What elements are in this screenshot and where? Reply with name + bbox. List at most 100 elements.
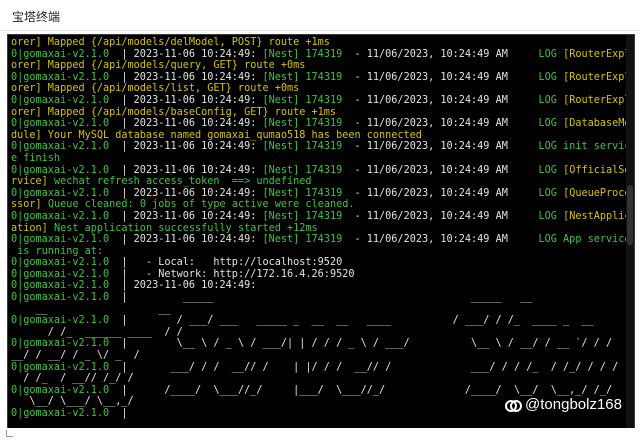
terminal-segment: LOG (538, 187, 564, 199)
terminal-line: 0|gomaxai-v2.1.0 | 2023-11-06 10:24:49: … (11, 188, 634, 200)
scrollbar-thumb[interactable] (627, 185, 633, 245)
terminal-line: / /_ / __// /_/ / (11, 373, 634, 385)
terminal-output[interactable]: orer] Mapped {/api/models/delModel, POST… (7, 34, 635, 430)
terminal-segment: | 2023-11-06 10:24:49: (121, 164, 263, 176)
terminal-line: 0|gomaxai-v2.1.0 | 2023-11-06 10:24:49: (11, 280, 634, 292)
terminal-segment: | 2023-11-06 10:24:49: (121, 210, 263, 222)
terminal-segment: orer] Mapped {/api/models/baseConfig, GE… (11, 106, 337, 118)
resize-handle-icon[interactable] (6, 430, 13, 437)
terminal-segment: - 11/06/2023, 10:24:49 AM (354, 234, 539, 246)
terminal-segment: [QueueProce (563, 187, 631, 199)
terminal-segment: - 11/06/2023, 10:24:49 AM (354, 94, 539, 106)
terminal-scrollbar[interactable] (626, 35, 634, 429)
terminal-segment: [Nest] 174319 (262, 210, 355, 222)
terminal-line: rvice] wechat refresh access_token ==> u… (11, 176, 634, 188)
terminal-segment: [Nest] 174319 (262, 164, 355, 176)
terminal-line: 0|gomaxai-v2.1.0 | 2023-11-06 10:24:49: … (11, 95, 634, 107)
status-bar (0, 428, 640, 441)
terminal-segment: 0|gomaxai-v2.1.0 (11, 268, 122, 280)
terminal-segment: [NestApplic (563, 210, 631, 222)
terminal-segment: | 2023-11-06 10:24:49: (121, 280, 257, 292)
terminal-line: 0|gomaxai-v2.1.0 | _____ _____ __ (11, 292, 634, 304)
terminal-line: 0|gomaxai-v2.1.0 | 2023-11-06 10:24:49: … (11, 141, 634, 153)
terminal-segment: [Nest] 174319 (262, 141, 355, 153)
terminal-segment: | ___/ / / __// / | |/ / / __// / ___/ /… (121, 361, 619, 373)
terminal-line: ssor] Queue cleaned: 0 jobs of type acti… (11, 199, 634, 211)
terminal-segment: | - Network: http://172.16.4.26:9520 (121, 268, 355, 280)
terminal-line: ation] Nest application successfully sta… (11, 223, 634, 235)
terminal-segment: 0|gomaxai-v2.1.0 (11, 164, 122, 176)
terminal-segment: | / ___/ ___ _____ _ __ __ ____ / ___/ /… (121, 315, 594, 327)
terminal-line: orer] Mapped {/api/models/query, GET} ro… (11, 60, 634, 72)
terminal-line: __ __ (11, 304, 634, 316)
window-title: 宝塔终端 (12, 10, 61, 24)
terminal-line: 0|gomaxai-v2.1.0 | ___/ / / __// / | |/ … (11, 362, 634, 374)
terminal-segment: \__/ \___/ \__,_/ (11, 396, 134, 408)
terminal-segment: LOG (538, 71, 564, 83)
terminal-line: / /_ ______ ____ / / (11, 327, 634, 339)
weibo-logo-icon (505, 399, 523, 412)
terminal-line: is running at: (11, 246, 634, 258)
terminal-segment: [RouterExpl (563, 48, 631, 60)
terminal-segment: [RouterExpl (563, 94, 631, 106)
terminal-line: 0|gomaxai-v2.1.0 | / ___/ ___ _____ _ __… (11, 315, 634, 327)
terminal-window: 宝塔终端 orer] Mapped {/api/models/delModel,… (0, 0, 640, 441)
terminal-line: __/ / __/ / _ \/ _ / (11, 350, 634, 362)
terminal-line: 0|gomaxai-v2.1.0 | 2023-11-06 10:24:49: … (11, 49, 634, 61)
terminal-segment: | 2023-11-06 10:24:49: (121, 48, 263, 60)
terminal-segment: 0|gomaxai-v2.1.0 (11, 141, 122, 153)
terminal-line: orer] Mapped {/api/models/delModel, POST… (11, 37, 634, 49)
terminal-segment: / /_ / __// /_/ / (11, 373, 134, 385)
terminal-segment: 0|gomaxai-v2.1.0 (11, 384, 122, 396)
terminal-segment: - 11/06/2023, 10:24:49 AM (354, 210, 539, 222)
terminal-segment: | 2023-11-06 10:24:49: (121, 187, 263, 199)
terminal-segment: - 11/06/2023, 10:24:49 AM (354, 118, 539, 130)
terminal-segment: [Nest] 174319 (262, 187, 355, 199)
terminal-line: orer] Mapped {/api/models/list, GET} rou… (11, 83, 634, 95)
terminal-segment: / /_ ______ ____ / / (11, 326, 183, 338)
terminal-segment: __/ / __/ / _ \/ _ / (11, 350, 140, 362)
terminal-segment: 0|gomaxai-v2.1.0 (11, 408, 122, 419)
terminal-segment: Queue cleaned: 0 jobs of type active wer… (47, 199, 355, 211)
terminal-segment: - 11/06/2023, 10:24:49 AM (354, 48, 539, 60)
terminal-segment: ssor] (11, 199, 48, 211)
terminal-segment: LOG (538, 164, 564, 176)
terminal-segment: __ __ (11, 303, 171, 315)
terminal-segment: | 2023-11-06 10:24:49: (121, 71, 263, 83)
terminal-segment: Nest application successfully started +1… (53, 222, 318, 234)
terminal-segment: 0|gomaxai-v2.1.0 (11, 338, 122, 350)
terminal-line: 0|gomaxai-v2.1.0 | 2023-11-06 10:24:49: … (11, 118, 634, 130)
terminal-segment: 0|gomaxai-v2.1.0 (11, 71, 122, 83)
terminal-segment: - 11/06/2023, 10:24:49 AM (354, 164, 539, 176)
terminal-segment: orer] Mapped {/api/models/delModel, POST… (11, 37, 330, 48)
terminal-segment: LOG (538, 210, 564, 222)
terminal-line: 0|gomaxai-v2.1.0 | 2023-11-06 10:24:49: … (11, 211, 634, 223)
terminal-segment: [Nest] 174319 (262, 94, 355, 106)
terminal-segment: ation] (11, 222, 54, 234)
terminal-segment: | 2023-11-06 10:24:49: (121, 141, 263, 153)
terminal-segment: 0|gomaxai-v2.1.0 (11, 210, 122, 222)
terminal-segment: | (121, 408, 128, 419)
terminal-segment: rvice] (11, 176, 54, 188)
terminal-segment: | 2023-11-06 10:24:49: (121, 94, 263, 106)
terminal-segment: - 11/06/2023, 10:24:49 AM (354, 141, 539, 153)
watermark-text: @tongbolz168 (525, 396, 622, 413)
terminal-text: orer] Mapped {/api/models/delModel, POST… (11, 37, 634, 429)
terminal-line: 0|gomaxai-v2.1.0 | - Local: http://local… (11, 257, 634, 269)
terminal-line: 0|gomaxai-v2.1.0 | \__ \ / _ \ / ___/| |… (11, 338, 634, 350)
terminal-segment: 0|gomaxai-v2.1.0 (11, 48, 122, 60)
terminal-line: orer] Mapped {/api/models/baseConfig, GE… (11, 107, 634, 119)
terminal-segment: [Nest] 174319 (262, 48, 355, 60)
terminal-segment: 0|gomaxai-v2.1.0 (11, 234, 122, 246)
terminal-segment: wechat refresh access_token ==> undefine… (53, 176, 312, 188)
terminal-segment: | /____/ \___//_/ |___/ \___//_/ /____/ … (121, 384, 613, 396)
terminal-line: 0|gomaxai-v2.1.0 | 2023-11-06 10:24:49: … (11, 165, 634, 177)
terminal-line: 0|gomaxai-v2.1.0 | 2023-11-06 10:24:49: … (11, 72, 634, 84)
terminal-segment: [Nest] 174319 (262, 234, 355, 246)
title-bar[interactable]: 宝塔终端 (0, 0, 640, 31)
terminal-segment: dule] Your MySQL database named gomaxai_… (11, 129, 422, 141)
terminal-segment: LOG (538, 48, 564, 60)
terminal-segment: | 2023-11-06 10:24:49: (121, 234, 263, 246)
terminal-segment: | 2023-11-06 10:24:49: (121, 118, 263, 130)
terminal-segment: [Nest] 174319 (262, 118, 355, 130)
